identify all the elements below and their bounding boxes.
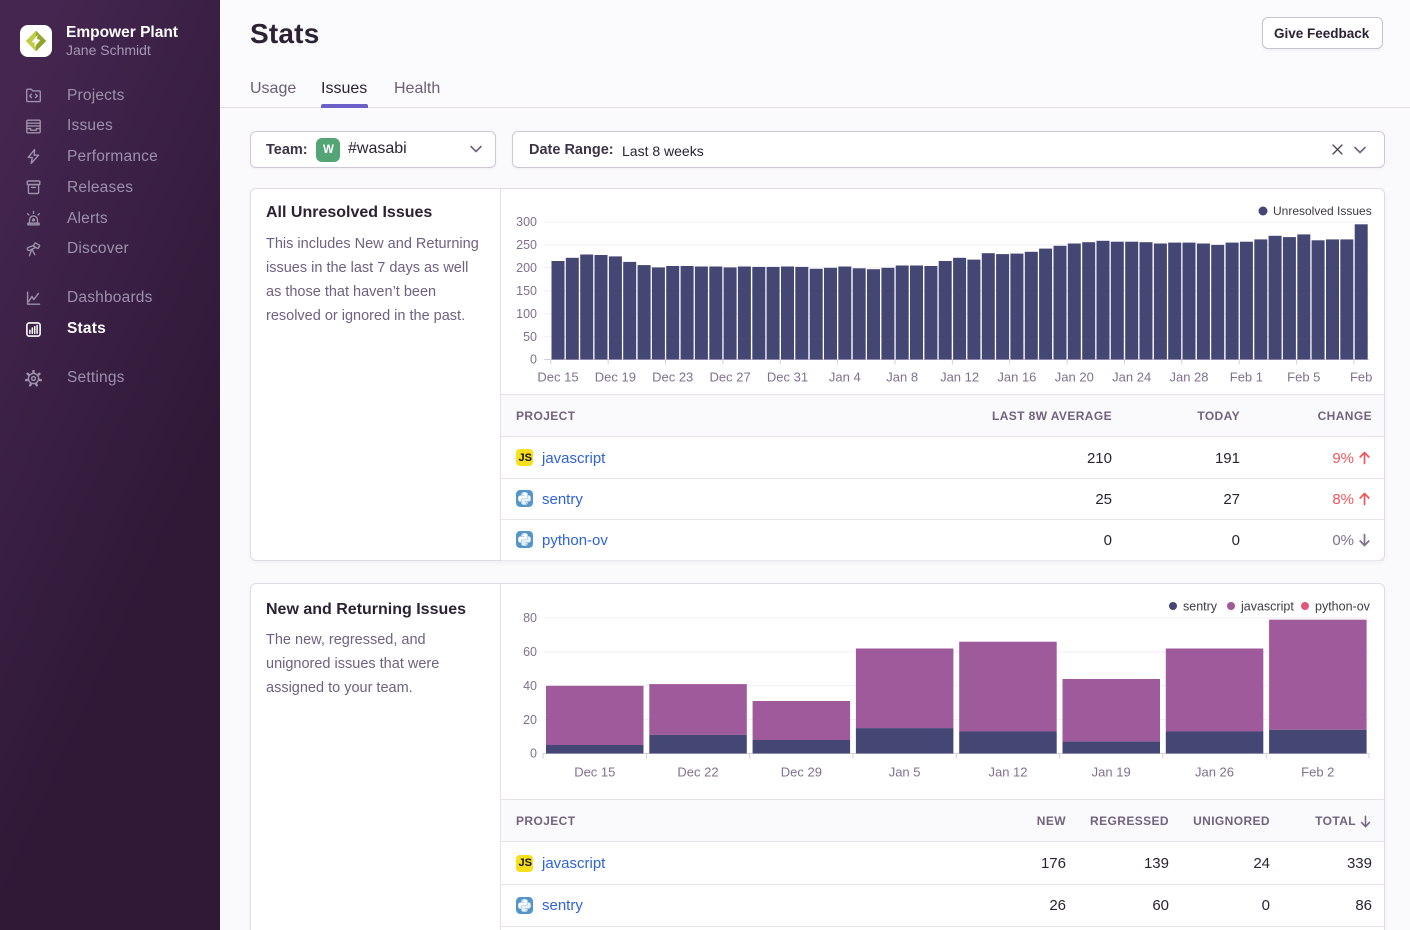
svg-text:sentry: sentry	[1183, 600, 1218, 614]
svg-text:Jan 12: Jan 12	[940, 370, 979, 385]
svg-text:Dec 15: Dec 15	[537, 370, 578, 385]
svg-text:20: 20	[523, 713, 537, 727]
svg-text:Dec 29: Dec 29	[781, 765, 822, 780]
svg-text:Jan 26: Jan 26	[1195, 765, 1234, 780]
svg-text:80: 80	[523, 611, 537, 625]
svg-text:python-ov: python-ov	[1315, 600, 1371, 614]
svg-text:Jan 4: Jan 4	[829, 370, 861, 385]
svg-text:Jan 19: Jan 19	[1092, 765, 1131, 780]
svg-text:Jan 28: Jan 28	[1169, 370, 1208, 385]
svg-text:Feb 5: Feb 5	[1287, 370, 1320, 385]
svg-text:Feb 1: Feb 1	[1230, 370, 1263, 385]
svg-text:50: 50	[523, 330, 537, 344]
svg-text:Jan 16: Jan 16	[997, 370, 1036, 385]
svg-text:40: 40	[523, 679, 537, 693]
svg-text:Dec 27: Dec 27	[709, 370, 750, 385]
svg-text:Dec 15: Dec 15	[574, 765, 615, 780]
svg-text:Jan 12: Jan 12	[988, 765, 1027, 780]
svg-text:Jan 20: Jan 20	[1055, 370, 1094, 385]
svg-text:Feb: Feb	[1350, 370, 1372, 385]
svg-text:Dec 22: Dec 22	[677, 765, 718, 780]
svg-text:250: 250	[516, 238, 537, 252]
svg-text:300: 300	[516, 215, 537, 229]
svg-text:200: 200	[516, 261, 537, 275]
svg-text:0: 0	[530, 353, 537, 367]
svg-text:Dec 23: Dec 23	[652, 370, 693, 385]
svg-text:Dec 31: Dec 31	[767, 370, 808, 385]
svg-text:Feb 2: Feb 2	[1301, 765, 1334, 780]
svg-text:100: 100	[516, 307, 537, 321]
svg-text:Jan 5: Jan 5	[889, 765, 921, 780]
svg-text:Jan 24: Jan 24	[1112, 370, 1151, 385]
svg-text:Unresolved Issues: Unresolved Issues	[1273, 204, 1372, 218]
svg-text:60: 60	[523, 645, 537, 659]
svg-text:150: 150	[516, 284, 537, 298]
svg-text:0: 0	[530, 747, 537, 761]
svg-text:Jan 8: Jan 8	[886, 370, 918, 385]
svg-text:Dec 19: Dec 19	[595, 370, 636, 385]
svg-text:javascript: javascript	[1240, 600, 1294, 614]
